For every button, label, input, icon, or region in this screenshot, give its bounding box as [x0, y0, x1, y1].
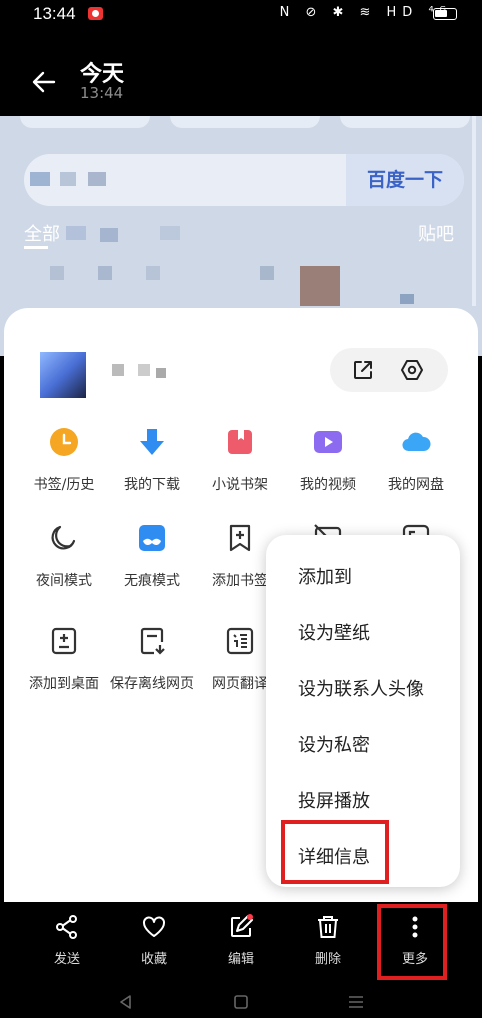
clock-icon	[50, 428, 78, 456]
grid-item-label: 无痕模式	[124, 573, 180, 589]
grid-item-add-to-desktop[interactable]: 添加到桌面	[18, 625, 110, 693]
play-video-icon	[314, 431, 342, 453]
avatar	[40, 352, 86, 398]
grid-item-bookmark-book[interactable]: 小说书架	[194, 426, 286, 494]
grid-item-clock[interactable]: 书签/历史	[18, 426, 110, 494]
grid-item-label: 我的视频	[300, 477, 356, 493]
share-external-icon[interactable]	[352, 359, 374, 381]
nav-home-icon[interactable]	[233, 994, 249, 1010]
edit-button[interactable]: 编辑	[211, 914, 271, 967]
grid-item-download-arrow[interactable]: 我的下载	[106, 426, 198, 494]
sheet-actions-pill	[330, 348, 448, 392]
add-bookmark-icon	[229, 524, 251, 552]
grid-item-moon[interactable]: 夜间模式	[18, 522, 110, 590]
moon-icon	[51, 525, 76, 550]
grid-item-label: 我的下载	[124, 477, 180, 493]
favorite-button[interactable]: 收藏	[124, 914, 184, 967]
grid-item-label: 添加到桌面	[29, 676, 99, 692]
edit-label: 编辑	[227, 952, 254, 967]
incognito-mask-icon	[139, 525, 165, 551]
grid-item-play-video[interactable]: 我的视频	[282, 426, 374, 494]
menu-item-add-to[interactable]: 添加到	[298, 563, 352, 589]
battery-icon	[433, 8, 457, 20]
highlight-more	[377, 904, 447, 980]
status-time: 13:44	[33, 4, 76, 23]
screen-record-icon	[88, 7, 103, 20]
highlight-details	[281, 820, 389, 884]
send-label: 发送	[53, 952, 80, 967]
preview-search-button: 百度一下	[346, 154, 464, 206]
heart-icon	[143, 916, 165, 937]
menu-item-set-wallpaper[interactable]: 设为壁纸	[298, 619, 370, 645]
share-nodes-icon	[56, 915, 77, 939]
grid-item-label: 夜间模式	[36, 573, 92, 589]
back-arrow-icon[interactable]	[30, 68, 58, 96]
menu-item-set-private[interactable]: 设为私密	[298, 731, 370, 757]
grid-item-label: 小说书架	[212, 477, 268, 493]
edit-icon	[231, 914, 253, 937]
grid-item-label: 书签/历史	[33, 477, 95, 493]
delete-label: 删除	[314, 952, 341, 967]
cloud-icon	[402, 432, 431, 452]
menu-item-set-contact-avatar[interactable]: 设为联系人头像	[298, 675, 424, 701]
preview-tab-tieba: 贴吧	[418, 224, 454, 245]
nav-back-icon[interactable]	[118, 994, 134, 1010]
favorite-label: 收藏	[140, 952, 167, 967]
save-offline-icon	[140, 627, 165, 655]
delete-button[interactable]: 删除	[298, 914, 358, 967]
trash-icon	[318, 916, 338, 938]
nav-recents-icon[interactable]	[348, 994, 364, 1010]
menu-item-cast[interactable]: 投屏播放	[298, 787, 370, 813]
translate-icon	[226, 627, 254, 655]
grid-item-label: 保存离线网页	[110, 676, 194, 692]
send-button[interactable]: 发送	[37, 914, 97, 967]
add-to-desktop-icon	[51, 627, 77, 655]
system-nav-bar	[0, 982, 482, 1018]
bookmark-book-icon	[228, 430, 252, 454]
header-time: 13:44	[80, 84, 124, 102]
grid-item-label: 我的网盘	[388, 477, 444, 493]
grid-item-incognito-mask[interactable]: 无痕模式	[106, 522, 198, 590]
grid-item-save-offline[interactable]: 保存离线网页	[106, 625, 198, 693]
status-icons: N ⊘ ✱ ≋ HD ⁴ᴳ	[279, 5, 452, 20]
grid-item-cloud[interactable]: 我的网盘	[370, 426, 462, 494]
preview-tab-all: 全部	[24, 224, 60, 245]
status-bar: 13:44 N ⊘ ✱ ≋ HD ⁴ᴳ	[0, 0, 482, 30]
header: 今天 13:44	[0, 30, 482, 116]
download-arrow-icon	[140, 429, 164, 455]
settings-icon[interactable]	[400, 358, 424, 382]
